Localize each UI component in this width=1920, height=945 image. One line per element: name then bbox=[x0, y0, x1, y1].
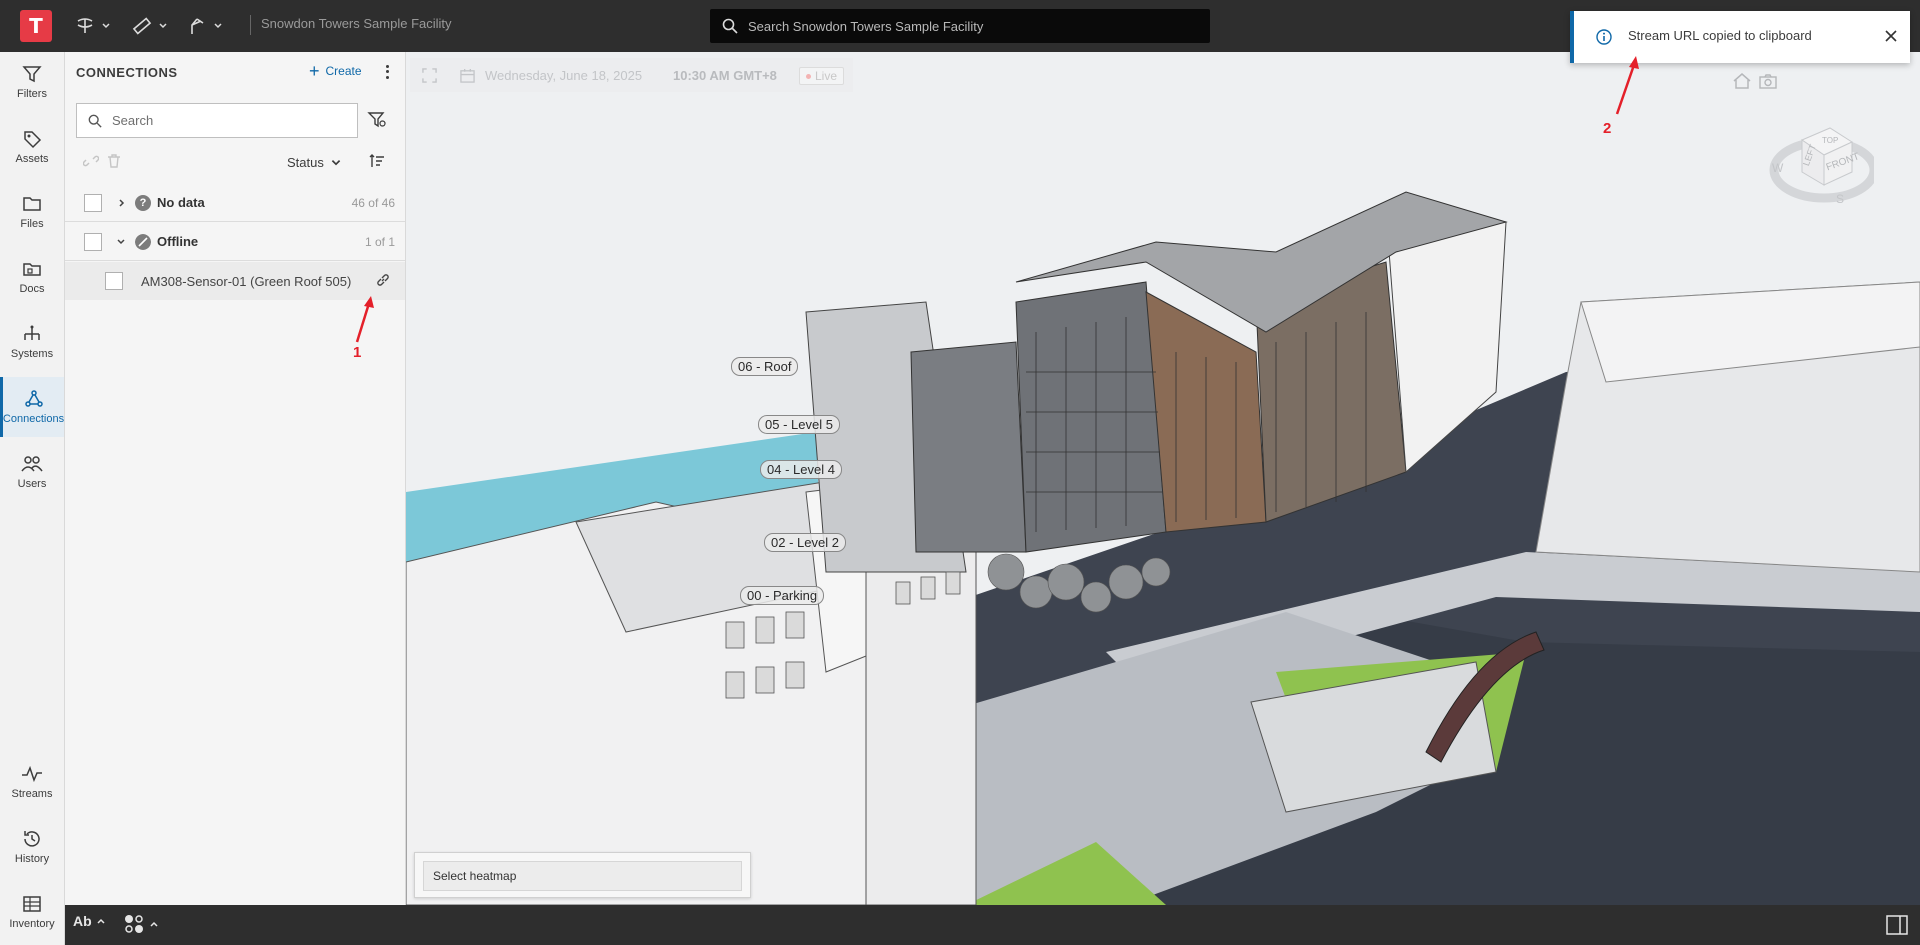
rail-item-files[interactable]: Files bbox=[0, 182, 64, 242]
rail-item-label: Filters bbox=[17, 88, 47, 100]
bottom-bar: Ab bbox=[65, 905, 1920, 945]
live-label: Live bbox=[815, 69, 838, 83]
systems-icon bbox=[24, 325, 40, 340]
live-dot-icon bbox=[806, 73, 811, 79]
users-icon bbox=[21, 456, 43, 472]
level-label-5[interactable]: 05 - Level 5 bbox=[758, 415, 840, 434]
rail-item-streams[interactable]: Streams bbox=[0, 752, 64, 812]
annotation-number-1: 1 bbox=[353, 344, 362, 361]
level-label-2[interactable]: 02 - Level 2 bbox=[764, 533, 846, 552]
fullscreen-icon[interactable] bbox=[422, 68, 437, 83]
section-tool-button[interactable] bbox=[186, 14, 223, 38]
global-search-placeholder: Search Snowdon Towers Sample Facility bbox=[748, 18, 984, 34]
rail-item-users[interactable]: Users bbox=[0, 442, 64, 502]
inventory-icon bbox=[23, 896, 41, 912]
home-view-icon[interactable] bbox=[1732, 72, 1752, 90]
rail-item-label: Connections bbox=[2, 413, 65, 425]
calendar-icon[interactable] bbox=[460, 68, 475, 83]
heatmap-select[interactable]: Select heatmap bbox=[423, 861, 742, 891]
rail-item-label: Users bbox=[17, 478, 47, 490]
rail-item-inventory[interactable]: Inventory bbox=[0, 882, 64, 942]
section-icon bbox=[191, 18, 204, 34]
live-badge[interactable]: Live bbox=[799, 67, 845, 85]
streams-icon bbox=[22, 765, 42, 783]
app-logo[interactable]: T bbox=[20, 10, 52, 42]
objects-icon bbox=[125, 915, 143, 933]
tag-icon bbox=[24, 131, 42, 149]
chevron-up-icon bbox=[97, 918, 105, 924]
model-viewer[interactable]: Wednesday, June 18, 2025 10:30 AM GMT+8 … bbox=[406, 52, 1920, 905]
folder-icon bbox=[23, 197, 41, 211]
global-search-input[interactable]: Search Snowdon Towers Sample Facility bbox=[710, 9, 1210, 43]
time-controls-bar: Wednesday, June 18, 2025 10:30 AM GMT+8 … bbox=[410, 58, 853, 92]
compass-s-label: S bbox=[1836, 192, 1844, 206]
text-tool-label: Ab bbox=[73, 913, 92, 929]
annotation-number-2: 2 bbox=[1603, 120, 1612, 137]
chevron-down-icon bbox=[159, 23, 167, 29]
panel-toggle-icon[interactable] bbox=[1886, 915, 1908, 935]
measure-tool-button[interactable] bbox=[131, 14, 168, 38]
filter-icon bbox=[22, 66, 42, 83]
toolbar-divider bbox=[250, 15, 251, 35]
annotation-arrow-1 bbox=[355, 296, 374, 343]
rail-item-history[interactable]: History bbox=[0, 817, 64, 877]
rail-item-systems[interactable]: Systems bbox=[0, 312, 64, 372]
toast-message: Stream URL copied to clipboard bbox=[1628, 28, 1812, 43]
chevron-down-icon bbox=[214, 23, 222, 29]
rail-item-label: Inventory bbox=[9, 918, 55, 930]
connections-icon bbox=[24, 390, 43, 407]
level-label-parking[interactable]: 00 - Parking bbox=[740, 586, 825, 605]
viewcube-top-label: TOP bbox=[1822, 136, 1838, 145]
rail-item-label: Files bbox=[20, 218, 44, 230]
left-nav-rail: Filters Assets Files Docs Systems Connec… bbox=[0, 52, 65, 945]
history-icon bbox=[24, 831, 40, 847]
facility-title[interactable]: Snowdon Towers Sample Facility bbox=[261, 16, 452, 31]
close-icon[interactable] bbox=[1885, 30, 1897, 42]
level-label-roof[interactable]: 06 - Roof bbox=[731, 357, 799, 376]
chevron-up-icon bbox=[150, 921, 158, 927]
measure-icon bbox=[132, 17, 152, 35]
layers-button[interactable] bbox=[123, 913, 159, 935]
compass-w-label: W bbox=[1772, 161, 1784, 175]
connections-panel: CONNECTIONS + Create Status ? No data 46… bbox=[65, 52, 406, 905]
chevron-down-icon bbox=[102, 23, 110, 29]
info-icon bbox=[1596, 29, 1612, 45]
docs-icon bbox=[23, 263, 41, 276]
time-display[interactable]: 10:30 AM GMT+8 bbox=[673, 68, 777, 83]
rail-item-label: History bbox=[14, 853, 50, 865]
rail-item-label: Systems bbox=[10, 348, 54, 360]
level-label-4[interactable]: 04 - Level 4 bbox=[760, 460, 842, 479]
rail-item-connections[interactable]: Connections bbox=[0, 377, 64, 437]
date-display[interactable]: Wednesday, June 18, 2025 bbox=[485, 68, 642, 83]
heatmap-panel: Select heatmap bbox=[414, 852, 751, 898]
camera-icon[interactable] bbox=[1759, 73, 1777, 89]
rail-item-docs[interactable]: Docs bbox=[0, 247, 64, 307]
rail-item-label: Assets bbox=[15, 153, 49, 165]
rail-item-assets[interactable]: Assets bbox=[0, 117, 64, 177]
search-icon bbox=[722, 18, 738, 34]
orbit-tool-button[interactable] bbox=[74, 14, 111, 38]
view-cube[interactable]: TOP LEFT FRONT W S bbox=[1764, 100, 1874, 210]
rail-item-filters[interactable]: Filters bbox=[0, 52, 64, 112]
orbit-icon bbox=[77, 18, 93, 33]
rail-item-label: Streams bbox=[11, 788, 53, 800]
text-display-button[interactable]: Ab bbox=[73, 913, 106, 929]
building-model-render[interactable] bbox=[406, 52, 1920, 905]
rail-item-label: Docs bbox=[19, 283, 45, 295]
